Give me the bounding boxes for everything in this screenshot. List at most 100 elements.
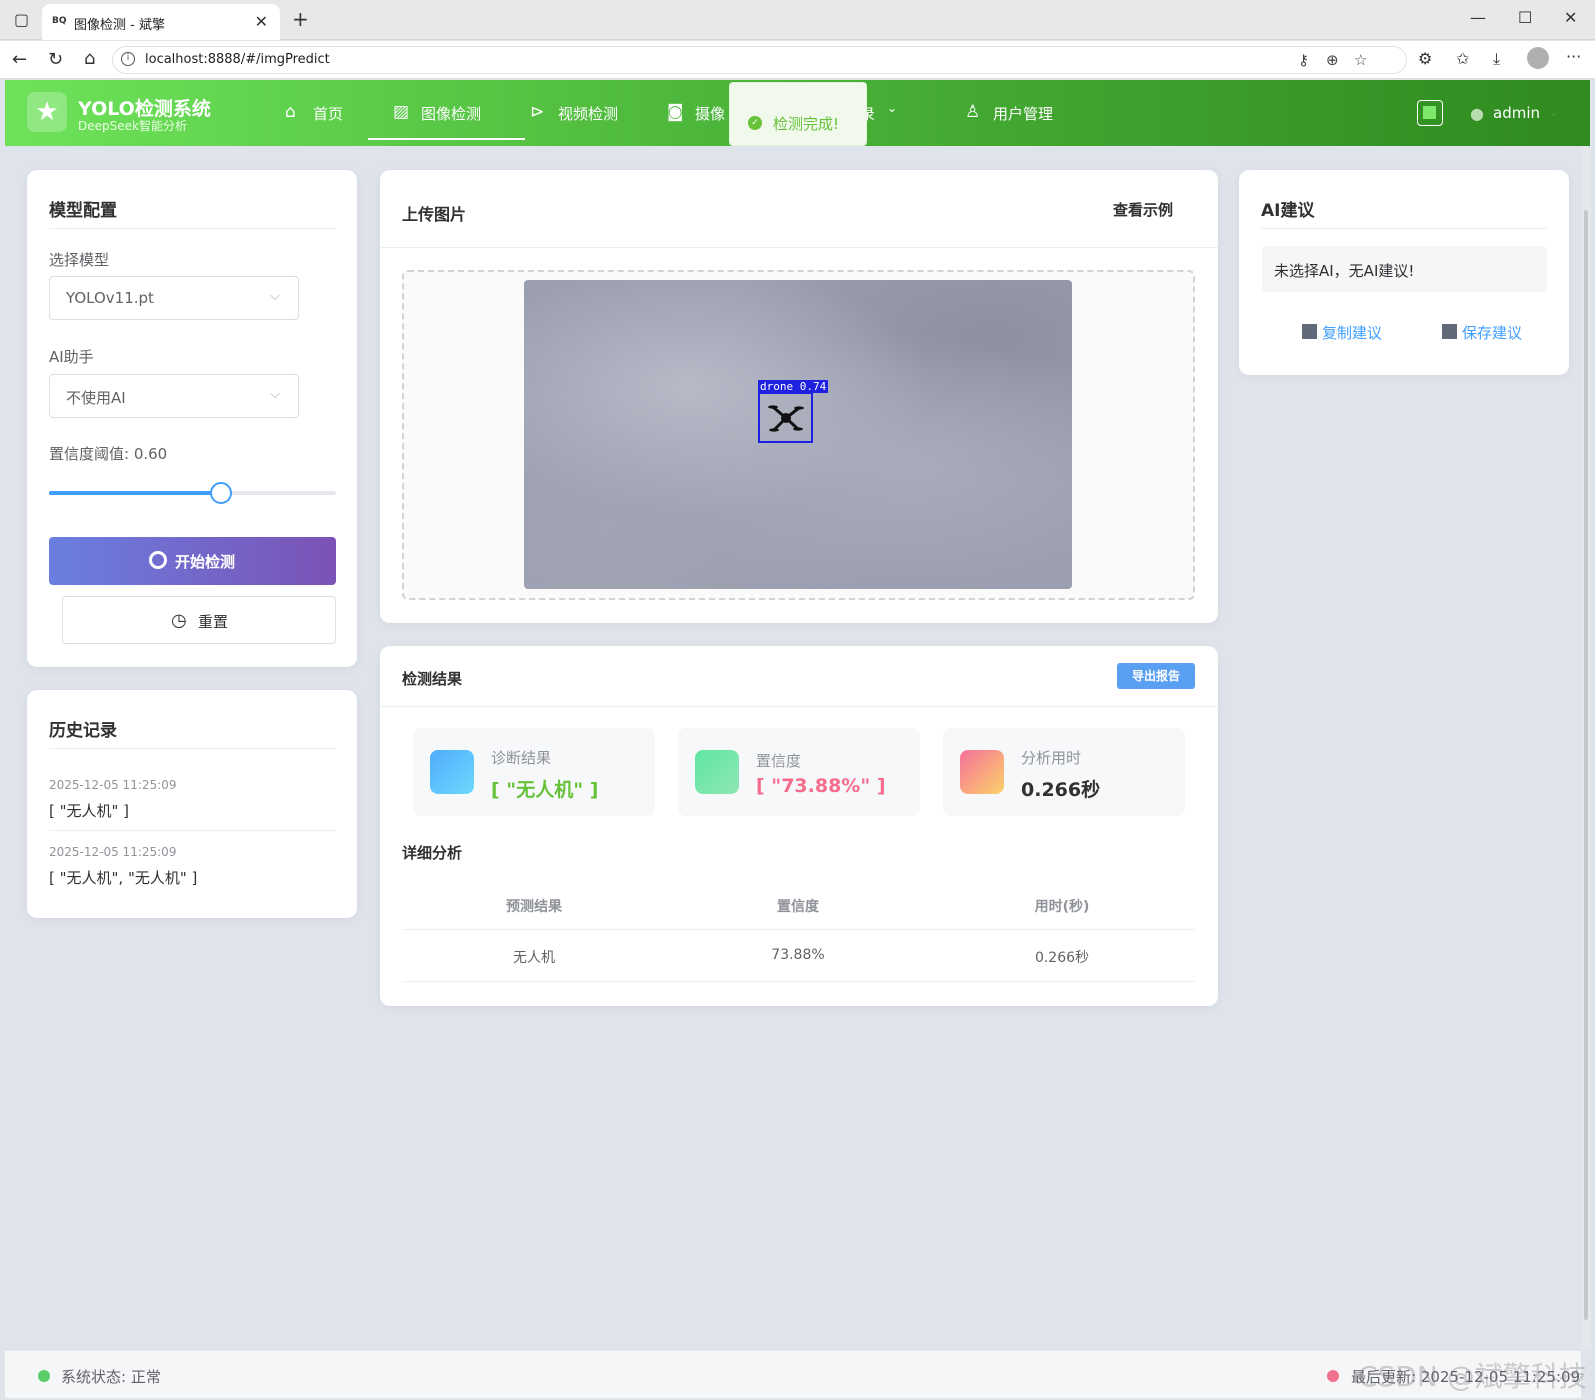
- detected-image: drone 0.74: [524, 280, 1072, 589]
- chevron-down-icon: ⌵: [270, 387, 280, 402]
- back-icon[interactable]: ←: [12, 49, 27, 70]
- update-dot: [1327, 1370, 1339, 1382]
- nav-home[interactable]: ⌂ 首页: [285, 80, 365, 146]
- browser-tab[interactable]: BQ 图像检测 - 斌擎 ✕: [42, 4, 280, 40]
- system-status: 系统状态: 正常: [61, 1368, 161, 1386]
- ai-assistant-label: AI助手: [49, 348, 94, 366]
- fullscreen-button[interactable]: [1417, 100, 1443, 126]
- confidence-slider[interactable]: [49, 482, 336, 504]
- page-scrollbar[interactable]: [1581, 146, 1591, 1350]
- nav-video-detect[interactable]: ⊳ 视频检测: [530, 80, 640, 146]
- toast-message: 检测完成!: [773, 115, 840, 133]
- tab-title: 图像检测 - 斌擎: [74, 18, 165, 33]
- upload-title: 上传图片: [402, 205, 467, 224]
- history-time: 2025-12-05 11:25:09: [49, 845, 177, 859]
- history-time: 2025-12-05 11:25:09: [49, 778, 177, 792]
- camera-icon: ◙: [667, 102, 684, 122]
- table-header: 预测结果: [506, 899, 562, 915]
- minimize-icon[interactable]: —: [1470, 8, 1486, 27]
- nav-image-detect[interactable]: ▨ 图像检测: [368, 80, 525, 146]
- address-bar: ← ↻ ⌂ i localhost:8888/#/imgPredict ⚷ ⊕ …: [0, 41, 1595, 79]
- profile-avatar[interactable]: [1527, 47, 1549, 69]
- chevron-down-icon: ⌄: [887, 101, 898, 115]
- divider: [380, 706, 1218, 707]
- ai-advice-title: AI建议: [1261, 201, 1315, 221]
- history-value[interactable]: [ "无人机" ]: [49, 800, 129, 821]
- download-icon[interactable]: ⤓: [1493, 49, 1500, 69]
- nav-user-management[interactable]: ♙ 用户管理: [965, 80, 1075, 146]
- window-close-icon[interactable]: ✕: [1564, 8, 1577, 27]
- slider-fill: [49, 491, 222, 495]
- stat-card-diagnosis: 诊断结果 [ "无人机" ]: [413, 728, 655, 816]
- results-title: 检测结果: [402, 670, 463, 688]
- table-cell: 0.266秒: [1034, 950, 1090, 966]
- browser-tabbar: ▢ BQ 图像检测 - 斌擎 ✕ + — ☐ ✕: [0, 0, 1595, 40]
- model-label: 选择模型: [49, 251, 110, 269]
- divider: [49, 228, 336, 229]
- ai-assistant-select[interactable]: 不使用AI ⌵: [49, 374, 299, 418]
- history-title: 历史记录: [49, 721, 117, 741]
- drone-icon: [768, 405, 804, 432]
- nav-camera-detect[interactable]: ◙ 摄像: [667, 80, 737, 146]
- divider: [402, 981, 1195, 982]
- new-tab-icon[interactable]: +: [292, 7, 309, 31]
- play-icon: ⊳: [530, 102, 545, 122]
- diagnosis-icon: [430, 750, 474, 794]
- scrollbar-thumb[interactable]: [1584, 210, 1588, 1320]
- check-circle-icon: ✓: [748, 116, 762, 130]
- tab-favicon: BQ: [52, 16, 67, 26]
- status-dot: [38, 1370, 50, 1382]
- favorite-star-icon[interactable]: ☆: [1354, 51, 1367, 69]
- home-icon: ⌂: [285, 102, 296, 122]
- ai-advice-message-box: 未选择AI，无AI建议!: [1262, 246, 1547, 292]
- url-field[interactable]: i localhost:8888/#/imgPredict ⚷ ⊕ ☆: [112, 46, 1407, 74]
- user-name[interactable]: admin: [1493, 104, 1540, 122]
- divider: [49, 748, 336, 749]
- timer-icon: [960, 750, 1004, 794]
- refresh-icon[interactable]: ↻: [48, 49, 63, 70]
- copy-icon: [1302, 324, 1317, 339]
- table-cell: 无人机: [513, 950, 555, 966]
- stat-card-confidence: 置信度 [ "73.88%" ]: [678, 728, 920, 816]
- watermark: CSDN @斌擎科技: [1358, 1360, 1587, 1393]
- site-info-icon[interactable]: i: [121, 52, 135, 66]
- chevron-down-icon: ⌵: [270, 289, 280, 304]
- user-icon: ♙: [965, 102, 981, 122]
- key-icon[interactable]: ⚷: [1298, 51, 1309, 69]
- favorites-icon[interactable]: ✩: [1456, 49, 1469, 68]
- table-cell: 73.88%: [771, 947, 825, 963]
- save-icon: [1442, 324, 1457, 339]
- home-icon[interactable]: ⌂: [84, 48, 95, 69]
- export-report-button[interactable]: 导出报告: [1117, 663, 1195, 689]
- close-icon[interactable]: ✕: [255, 12, 268, 31]
- logo-subtitle: DeepSeek智能分析: [78, 119, 187, 133]
- confidence-icon: [695, 750, 739, 794]
- status-footer: 系统状态: 正常 最后更新: 2025-12-05 11:25:09: [5, 1350, 1581, 1398]
- start-detect-button[interactable]: 开始检测: [49, 537, 336, 585]
- divider: [1261, 228, 1548, 229]
- sidebar-toggle-icon[interactable]: ▢: [14, 10, 29, 29]
- url-text: localhost:8888/#/imgPredict: [145, 52, 330, 67]
- model-config-title: 模型配置: [49, 201, 117, 221]
- model-select[interactable]: YOLOv11.pt ⌵: [49, 276, 299, 320]
- extensions-icon[interactable]: ⚙: [1418, 49, 1432, 68]
- detail-analysis-title: 详细分析: [402, 844, 463, 862]
- divider: [402, 929, 1195, 930]
- chevron-down-icon[interactable]: ⌄: [1548, 104, 1560, 120]
- view-example-link[interactable]: 查看示例: [1113, 199, 1173, 220]
- more-icon[interactable]: ···: [1566, 47, 1581, 66]
- success-toast: ✓ 检测完成!: [729, 82, 867, 146]
- divider: [49, 830, 336, 831]
- table-header: 置信度: [777, 899, 819, 915]
- maximize-icon[interactable]: ☐: [1518, 8, 1532, 27]
- confidence-label: 置信度阈值: 0.60: [49, 445, 168, 463]
- zoom-icon[interactable]: ⊕: [1326, 51, 1339, 69]
- detection-label: drone 0.74: [758, 380, 829, 393]
- detect-icon: [149, 551, 167, 569]
- divider: [380, 247, 1218, 248]
- reset-button[interactable]: ◷ 重置: [62, 596, 336, 644]
- history-value[interactable]: [ "无人机", "无人机" ]: [49, 867, 197, 888]
- user-avatar-icon: ●: [1470, 104, 1484, 123]
- star-logo-icon: ★: [27, 92, 67, 132]
- stat-card-time: 分析用时 0.266秒: [943, 728, 1185, 816]
